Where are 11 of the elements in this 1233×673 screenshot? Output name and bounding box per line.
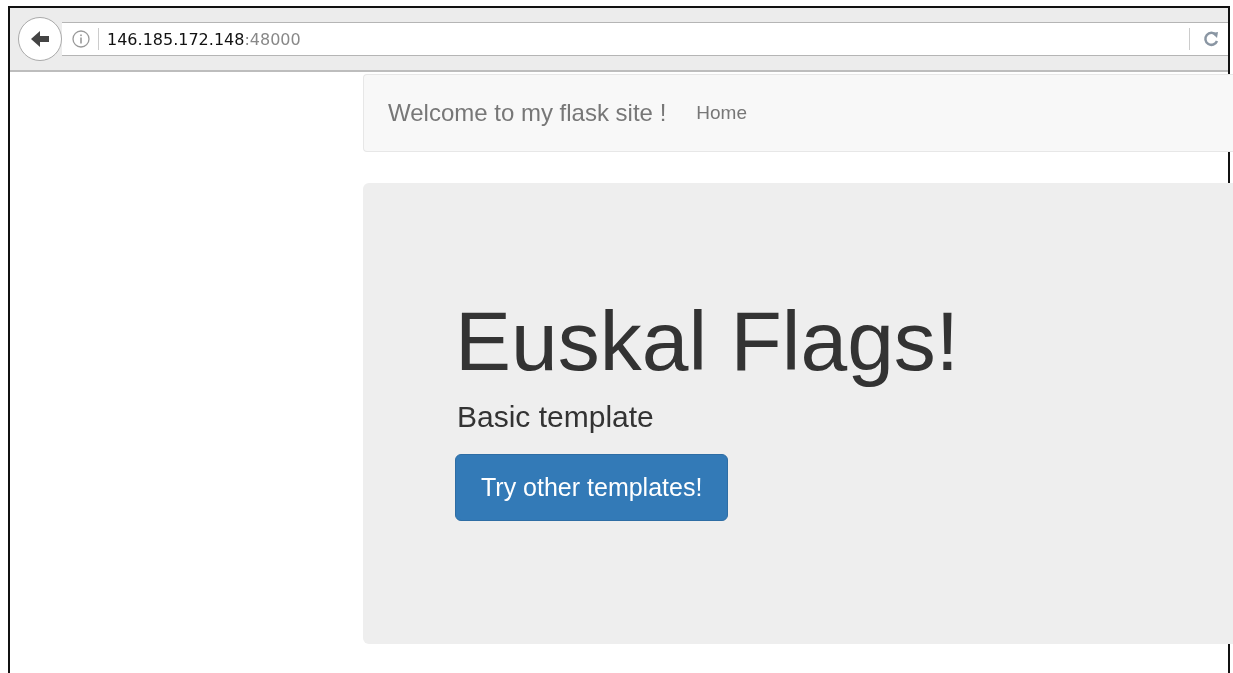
address-bar[interactable]: 146.185.172.148:48000 xyxy=(62,22,1228,56)
nav-link[interactable]: Home xyxy=(696,102,747,123)
back-arrow-icon xyxy=(29,29,51,49)
site-brand[interactable]: Welcome to my flask site ! xyxy=(388,99,667,127)
subtitle-text: Basic template xyxy=(457,399,655,434)
url-text: 146.185.172.148:48000 xyxy=(107,29,301,49)
back-button[interactable] xyxy=(18,17,62,61)
info-icon[interactable] xyxy=(72,30,90,48)
reload-icon[interactable] xyxy=(1202,30,1220,48)
templates-button[interactable]: Try other templates! xyxy=(455,453,729,521)
page-heading: Euskal Flags! xyxy=(455,293,961,390)
